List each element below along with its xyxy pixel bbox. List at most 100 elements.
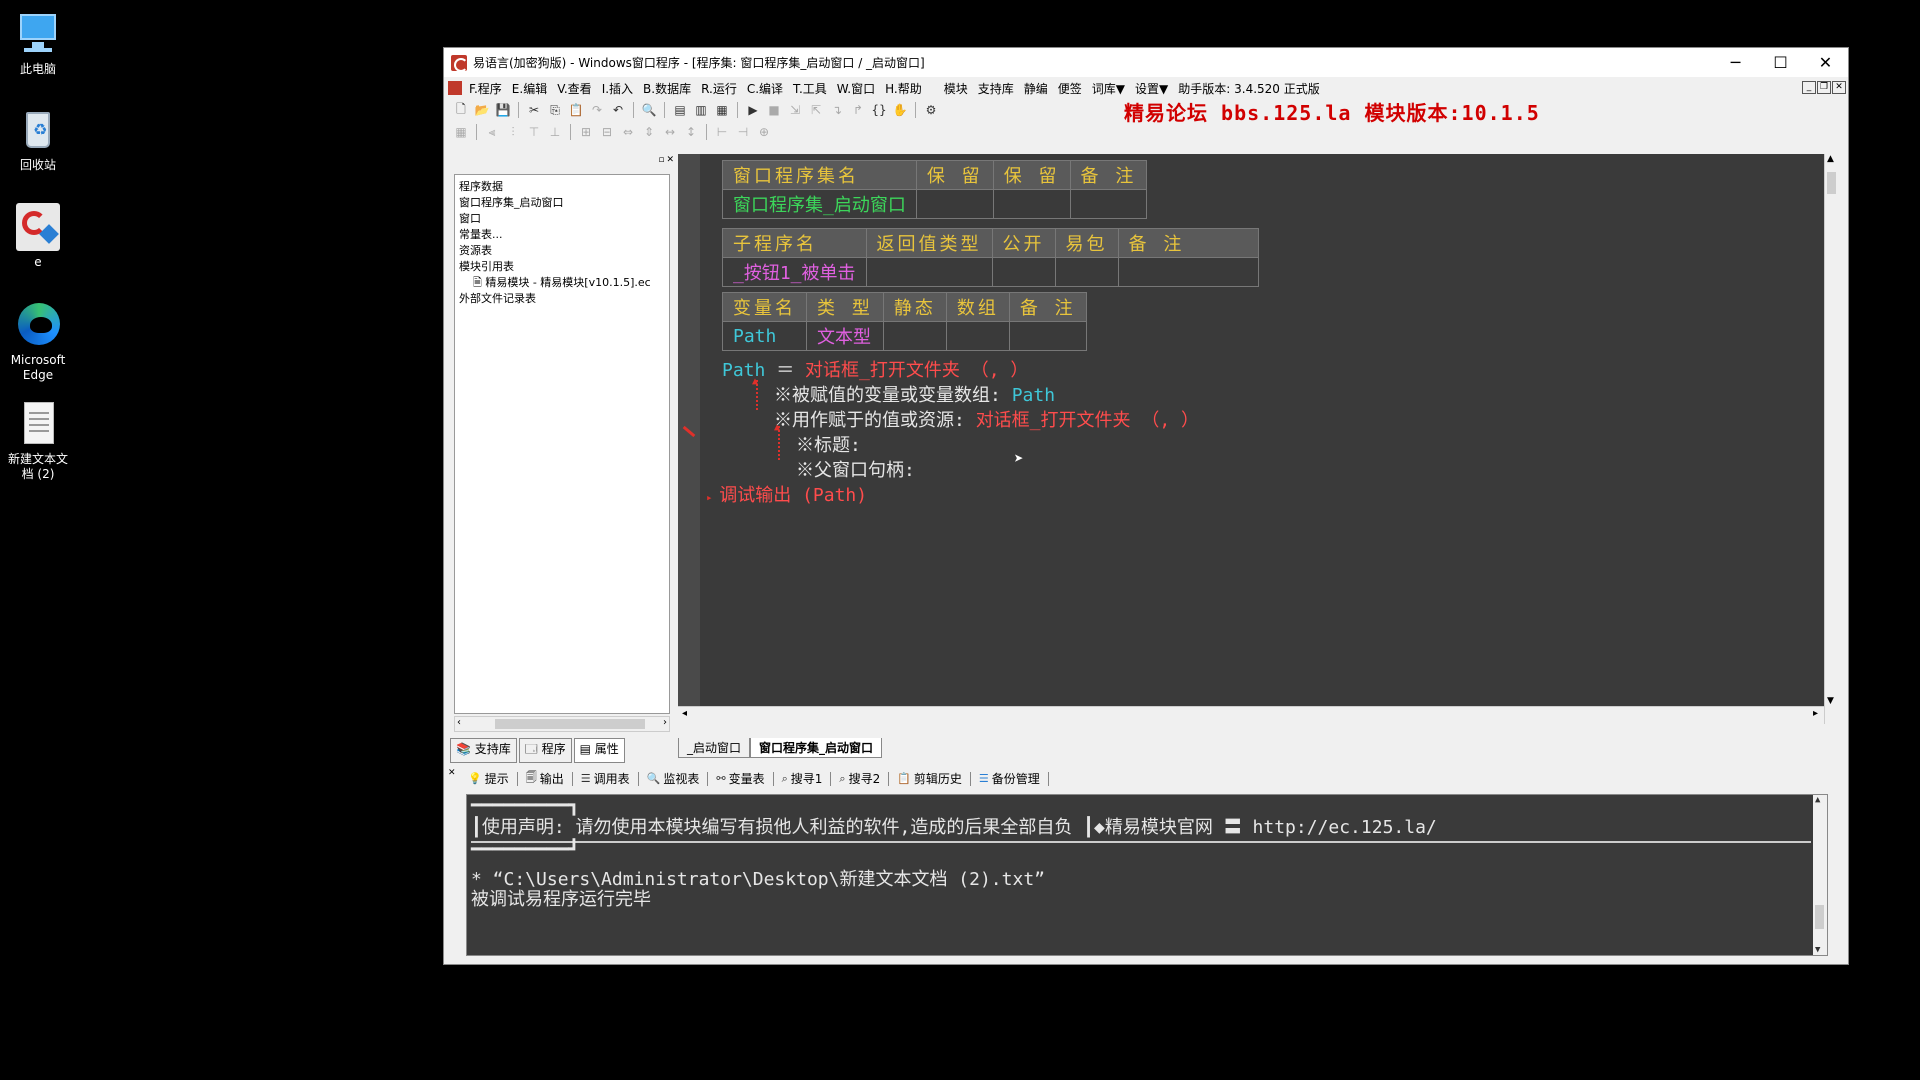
step-2-icon[interactable]: ⇱ [807,101,825,119]
tab-properties[interactable]: ▤ 属性 [573,738,625,763]
menu-program[interactable]: F.程序 [464,80,507,97]
tree-horizontal-scrollbar[interactable]: ‹ › [454,716,670,732]
editor-vertical-scrollbar[interactable]: ▲ ▼ [1824,154,1838,724]
scroll-thumb[interactable] [495,719,645,729]
subroutine-name-cell[interactable]: _按钮1_被单击 [722,257,867,287]
tab-backup[interactable]: ☰ 备份管理 [975,770,1044,787]
mdi-minimize-button[interactable]: _ [1802,81,1816,94]
code-area[interactable]: 窗口程序集名 保 留 保 留 备 注 窗口程序集_启动窗口 子程序名 返回值类型… [700,154,1824,706]
tree-item[interactable]: 资源表 [457,243,667,259]
paste-icon[interactable]: 📋 [567,101,585,119]
panel-pin-button[interactable]: ▫ [658,155,664,165]
desktop-icon-edge[interactable]: Microsoft Edge [4,301,72,383]
same-height-icon[interactable]: ⊟ [598,123,616,141]
menu-notes[interactable]: 便签 [1053,80,1087,97]
mdi-close-button[interactable]: ✕ [1832,81,1846,94]
code-editor[interactable]: 窗口程序集名 保 留 保 留 备 注 窗口程序集_启动窗口 子程序名 返回值类型… [678,154,1838,724]
desktop-icon-recycle-bin[interactable]: ♻ 回收站 [4,106,72,173]
tab-hint[interactable]: 💡 提示 [464,770,513,787]
layout-2-icon[interactable]: ▥ [692,101,710,119]
align-center-icon[interactable]: ⫶ [504,123,522,141]
title-bar[interactable]: 易语言(加密狗版) - Windows窗口程序 - [程序集: 窗口程序集_启动… [444,48,1848,77]
space-h-icon[interactable]: ⇔ [619,123,637,141]
table-cell[interactable] [945,321,1010,351]
menu-support-lib[interactable]: 支持库 [973,80,1019,97]
output-panel-close-icon[interactable]: ✕ [448,768,456,778]
find-icon[interactable]: 🔍 [640,101,658,119]
tab-call-stack[interactable]: ☰ 调用表 [577,770,634,787]
same-width-icon[interactable]: ⊞ [577,123,595,141]
menu-window[interactable]: W.窗口 [832,80,880,97]
menu-help[interactable]: H.帮助 [880,80,927,97]
tab-window-assembly[interactable]: 窗口程序集_启动窗口 [750,738,883,758]
align-top-icon[interactable]: ⊤ [525,123,543,141]
scroll-left-icon[interactable]: ◂ [682,708,687,719]
assembly-name-cell[interactable]: 窗口程序集_启动窗口 [722,189,917,219]
step-4-icon[interactable]: ↱ [849,101,867,119]
tab-program[interactable]: 🗔 程序 [518,738,572,763]
scroll-down-icon[interactable]: ▼ [1827,696,1834,706]
close-button[interactable]: ✕ [1803,48,1848,77]
scroll-up-icon[interactable]: ▲ [1827,154,1834,164]
code-line-2[interactable]: ※被赋值的变量或变量数组: Path [774,381,1055,407]
menu-database[interactable]: B.数据库 [638,80,696,97]
save-icon[interactable]: 💾 [494,101,512,119]
menu-edit[interactable]: E.编辑 [507,80,552,97]
copy-icon[interactable]: ⎘ [546,101,564,119]
panel-close-button[interactable]: ✕ [666,155,674,165]
open-folder-icon[interactable]: 📂 [473,101,491,119]
menu-module[interactable]: 模块 [939,80,973,97]
scroll-up-icon[interactable]: ▲ [1815,795,1820,805]
tab-clip-history[interactable]: 📋 剪辑历史 [893,770,966,787]
run-icon[interactable]: ▶ [744,101,762,119]
code-line-3[interactable]: ※用作赋于的值或资源: 对话框_打开文件夹 （, ） [774,406,1199,432]
tree-item[interactable]: 窗口 [457,211,667,227]
menu-settings[interactable]: 设置▼ [1130,80,1173,97]
maximize-button[interactable]: ☐ [1758,48,1803,77]
code-line-5[interactable]: ※父窗口句柄: [796,456,915,482]
code-line-4[interactable]: ※标题: [796,431,861,457]
align-left-icon[interactable]: ⫷ [483,123,501,141]
menu-tools[interactable]: T.工具 [788,80,832,97]
step-3-icon[interactable]: ↴ [828,101,846,119]
tab-search-1[interactable]: ⌕ 搜寻1 [778,770,827,787]
undo-icon[interactable]: ↶ [609,101,627,119]
desktop-icon-this-pc[interactable]: 此电脑 [4,10,72,77]
variable-name-cell[interactable]: Path [722,321,807,351]
table-cell[interactable] [1117,257,1259,287]
tree-item[interactable]: 外部文件记录表 [457,291,667,307]
tree-item-module[interactable]: 🗎 精易模块 - 精易模块[v10.1.5].ec [457,275,667,291]
cut-icon[interactable]: ✂ [525,101,543,119]
scroll-right-icon[interactable]: › [663,717,667,728]
distribute-h-icon[interactable]: ↔ [661,123,679,141]
scroll-down-icon[interactable]: ▼ [1815,945,1820,955]
hand-icon[interactable]: ✋ [891,101,909,119]
code-line-6[interactable]: ▸ 调试输出 (Path) [706,481,867,507]
menu-compile[interactable]: C.编译 [742,80,788,97]
table-cell[interactable] [915,189,994,219]
scroll-right-icon[interactable]: ▸ [1813,708,1818,719]
desktop-icon-e[interactable]: e [4,203,72,270]
table-cell[interactable] [882,321,947,351]
table-cell[interactable] [1054,257,1119,287]
center-h-icon[interactable]: ⊢ [713,123,731,141]
menu-insert[interactable]: I.插入 [597,80,638,97]
menu-static-compile[interactable]: 静编 [1019,80,1053,97]
tree-item[interactable]: 窗口程序集_启动窗口 [457,195,667,211]
tab-watch[interactable]: 🔍 监视表 [643,770,704,787]
table-cell[interactable] [992,189,1071,219]
tab-search-2[interactable]: ⌕ 搜寻2 [835,770,884,787]
table-cell[interactable] [991,257,1056,287]
scroll-thumb[interactable] [1815,905,1824,929]
code-line-1[interactable]: Path ＝ 对话框_打开文件夹 （, ） [722,356,1028,382]
align-bottom-icon[interactable]: ⊥ [546,123,564,141]
tab-support-lib[interactable]: 📚 支持库 [450,738,517,763]
tree-item[interactable]: 程序数据 [457,179,667,195]
menu-thesaurus[interactable]: 词库▼ [1087,80,1130,97]
menu-run[interactable]: R.运行 [696,80,742,97]
scroll-left-icon[interactable]: ‹ [457,717,461,728]
output-vertical-scrollbar[interactable]: ▲ ▼ [1813,795,1827,955]
tab-output[interactable]: 🗐 输出 [522,769,568,788]
braces-icon[interactable]: {} [870,101,888,119]
table-cell[interactable] [865,257,993,287]
